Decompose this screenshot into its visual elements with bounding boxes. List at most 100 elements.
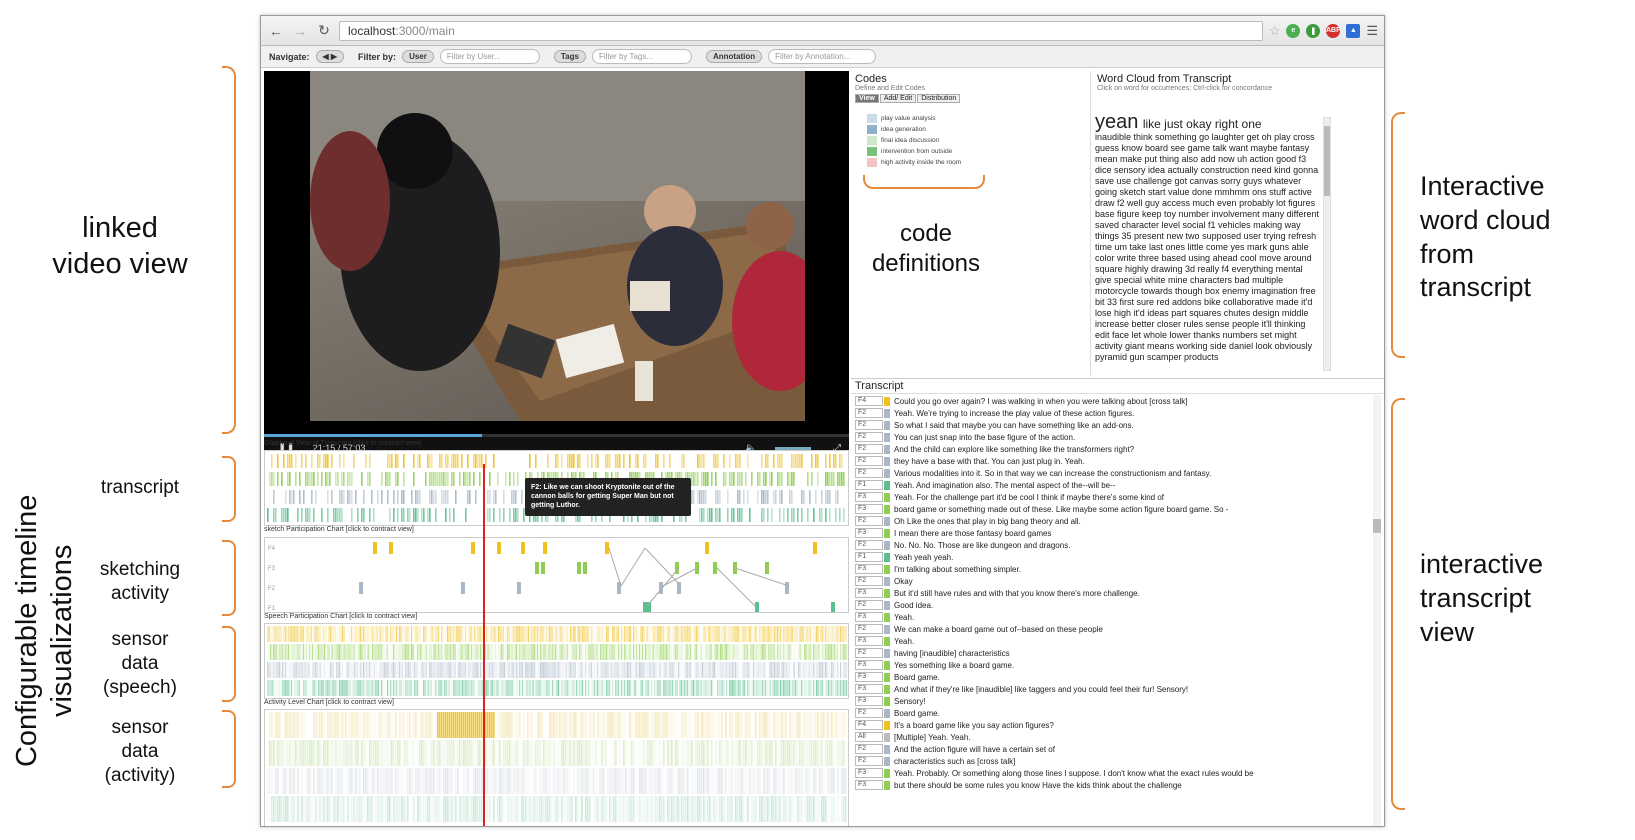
transcript-row[interactable]: F3 board game or something made out of th… <box>851 503 1384 515</box>
transcript-row[interactable]: F2 No. No. No. Those are like dungeon and… <box>851 539 1384 551</box>
codes-tab[interactable]: Add/ Edit <box>879 94 917 103</box>
code-item[interactable]: idea generation <box>867 124 1090 135</box>
activity-chart-title[interactable]: Activity Level Chart [click to contract … <box>264 699 394 706</box>
transcript-row[interactable]: F3 But it'd still have rules and with tha… <box>851 587 1384 599</box>
codes-tab[interactable]: View <box>855 94 879 103</box>
transcript-row[interactable]: F2 You can just snap into the base figure… <box>851 431 1384 443</box>
timeline-mark <box>725 712 727 738</box>
timeline-mark <box>358 680 360 696</box>
transcript-row[interactable]: F3 Yeah. <box>851 635 1384 647</box>
timeline-mark <box>588 644 590 660</box>
transcript-row[interactable]: F3 I mean there are those fantasy board g… <box>851 527 1384 539</box>
annotation-filter-input[interactable]: Filter by Annotation... <box>768 49 877 64</box>
video-progress-bar[interactable] <box>264 434 849 437</box>
speech-participation-chart[interactable] <box>264 623 849 699</box>
back-icon[interactable]: ← <box>267 22 285 40</box>
word-cloud-medium-words[interactable]: like just okay right one <box>1143 117 1262 131</box>
sketch-participation-chart[interactable]: F4 F3 F2 F1 <box>264 537 849 613</box>
timeline-mark <box>315 680 317 696</box>
adblock-icon[interactable]: ABP <box>1326 23 1341 38</box>
timeline-mark <box>541 644 543 660</box>
navigate-buttons[interactable]: ◀ ▶ <box>315 50 345 63</box>
timeline-mark <box>391 712 393 738</box>
timeline-mark <box>429 454 431 468</box>
code-item[interactable]: intervention from outside <box>867 146 1090 157</box>
transcript-row[interactable]: F2 Board game. <box>851 707 1384 719</box>
transcript-row[interactable]: F2 Various modalities into it. So in that… <box>851 467 1384 479</box>
user-filter-pill[interactable]: User <box>402 50 434 63</box>
user-filter-input[interactable]: Filter by User... <box>439 49 540 64</box>
code-item[interactable]: final idea discussion <box>867 135 1090 146</box>
transcript-row[interactable]: F3 And what if they're like [inaudible] l… <box>851 683 1384 695</box>
timeline-mark <box>579 644 581 660</box>
extension-green-icon[interactable]: e <box>1286 23 1301 38</box>
star-icon[interactable]: ☆ <box>1269 23 1281 39</box>
transcript-row[interactable]: F2 So what I said that maybe you can have… <box>851 419 1384 431</box>
transcript-row[interactable]: F2 Okay <box>851 575 1384 587</box>
transcript-row[interactable]: F3 but there should be some rules you kno… <box>851 779 1384 791</box>
timeline-mark <box>445 662 447 678</box>
extension-blue-icon[interactable]: ▲ <box>1346 23 1361 38</box>
transcript-list[interactable]: F4 Could you go over again? I was walking… <box>851 393 1384 791</box>
transcript-row[interactable]: F3 I'm talking about something simpler. <box>851 563 1384 575</box>
transcript-row[interactable]: F2 they have a base with that. You can ju… <box>851 455 1384 467</box>
timeline-mark <box>309 796 311 822</box>
transcript-row[interactable]: F3 Yeah. For the challenge part it'd be c… <box>851 491 1384 503</box>
timeline-mark <box>267 680 269 696</box>
speech-chart-title[interactable]: Speech Participation Chart [click to con… <box>264 613 417 620</box>
timeline-mark <box>415 626 417 642</box>
transcript-row[interactable]: F2 We can make a board game out of--based… <box>851 623 1384 635</box>
timeline-mark <box>413 740 415 766</box>
word-cloud-big-word[interactable]: yeah <box>1095 117 1138 133</box>
transcript-scrollbar[interactable] <box>1373 395 1381 826</box>
transcript-row[interactable]: F2 characteristics such as [cross talk] <box>851 755 1384 767</box>
transcript-row[interactable]: F3 Sensory! <box>851 695 1384 707</box>
timeline-mark <box>709 508 711 522</box>
transcript-row[interactable]: F2 Oh Like the ones that play in big bang… <box>851 515 1384 527</box>
transcript-row[interactable]: F3 Board game. <box>851 671 1384 683</box>
transcript-row[interactable]: F3 Yes something like a board game. <box>851 659 1384 671</box>
timeline-mark <box>522 680 524 696</box>
annotation-filter-pill[interactable]: Annotation <box>705 50 763 63</box>
transcript-row[interactable]: F3 Yeah. <box>851 611 1384 623</box>
word-cloud-body[interactable]: yeah like just okay right one inaudible … <box>1095 117 1321 371</box>
menu-icon[interactable]: ☰ <box>1366 23 1378 39</box>
timeline-mark <box>271 680 273 696</box>
address-bar[interactable]: localhost:3000/main <box>339 20 1263 41</box>
code-item[interactable]: play value analysis <box>867 113 1090 124</box>
transcript-row[interactable]: All [Multiple] Yeah. Yeah. <box>851 731 1384 743</box>
transcript-row[interactable]: F4 It's a board game like you say action … <box>851 719 1384 731</box>
transcript-row[interactable]: F2 And the action figure will have a cert… <box>851 743 1384 755</box>
transcript-row[interactable]: F2 having [inaudible] characteristics <box>851 647 1384 659</box>
activity-level-chart[interactable] <box>264 709 849 826</box>
sketch-chart-title[interactable]: sketch Participation Chart [click to con… <box>264 526 414 533</box>
forward-icon[interactable]: → <box>291 22 309 40</box>
transcript-row[interactable]: F4 Could you go over again? I was walking… <box>851 395 1384 407</box>
reload-icon[interactable]: ↻ <box>315 22 333 40</box>
word-cloud-words[interactable]: inaudible think something go laughter ge… <box>1095 132 1321 363</box>
tags-filter-input[interactable]: Filter by Tags... <box>591 49 692 64</box>
code-item[interactable]: high activity inside the room <box>867 157 1090 168</box>
timeline-mark <box>811 454 813 468</box>
transcript-row[interactable]: F2 Good idea. <box>851 599 1384 611</box>
transcript-row[interactable]: F1 Yeah. And imagination also. The mental… <box>851 479 1384 491</box>
graphical-transcript-title[interactable]: Graphical View of Transcript [click to c… <box>264 440 421 447</box>
timeline-mark <box>687 626 689 642</box>
timeline-mark <box>639 644 641 660</box>
transcript-row[interactable]: F1 Yeah yeah yeah. <box>851 551 1384 563</box>
timeline-playhead[interactable] <box>483 464 485 826</box>
tags-filter-pill[interactable]: Tags <box>553 50 586 63</box>
codes-tab[interactable]: Distribution <box>917 94 961 103</box>
timeline-mark <box>360 680 362 696</box>
video-player[interactable]: ❚❚ 21:15 / 57:03 🔈 ⤢ <box>264 71 849 459</box>
timeline-mark <box>592 626 594 642</box>
speaker-tag: F3 <box>855 768 890 778</box>
word-cloud-scrollbar[interactable] <box>1323 117 1331 371</box>
transcript-row[interactable]: F2 And the child can explore like somethi… <box>851 443 1384 455</box>
extension-pause-icon[interactable]: ❚ <box>1306 23 1321 38</box>
timeline-mark <box>607 740 609 766</box>
transcript-row[interactable]: F2 Yeah. We're trying to increase the pla… <box>851 407 1384 419</box>
transcript-row[interactable]: F3 Yeah. Probably. Or something along tho… <box>851 767 1384 779</box>
timeline-mark <box>337 626 339 642</box>
timeline-mark <box>749 796 751 822</box>
